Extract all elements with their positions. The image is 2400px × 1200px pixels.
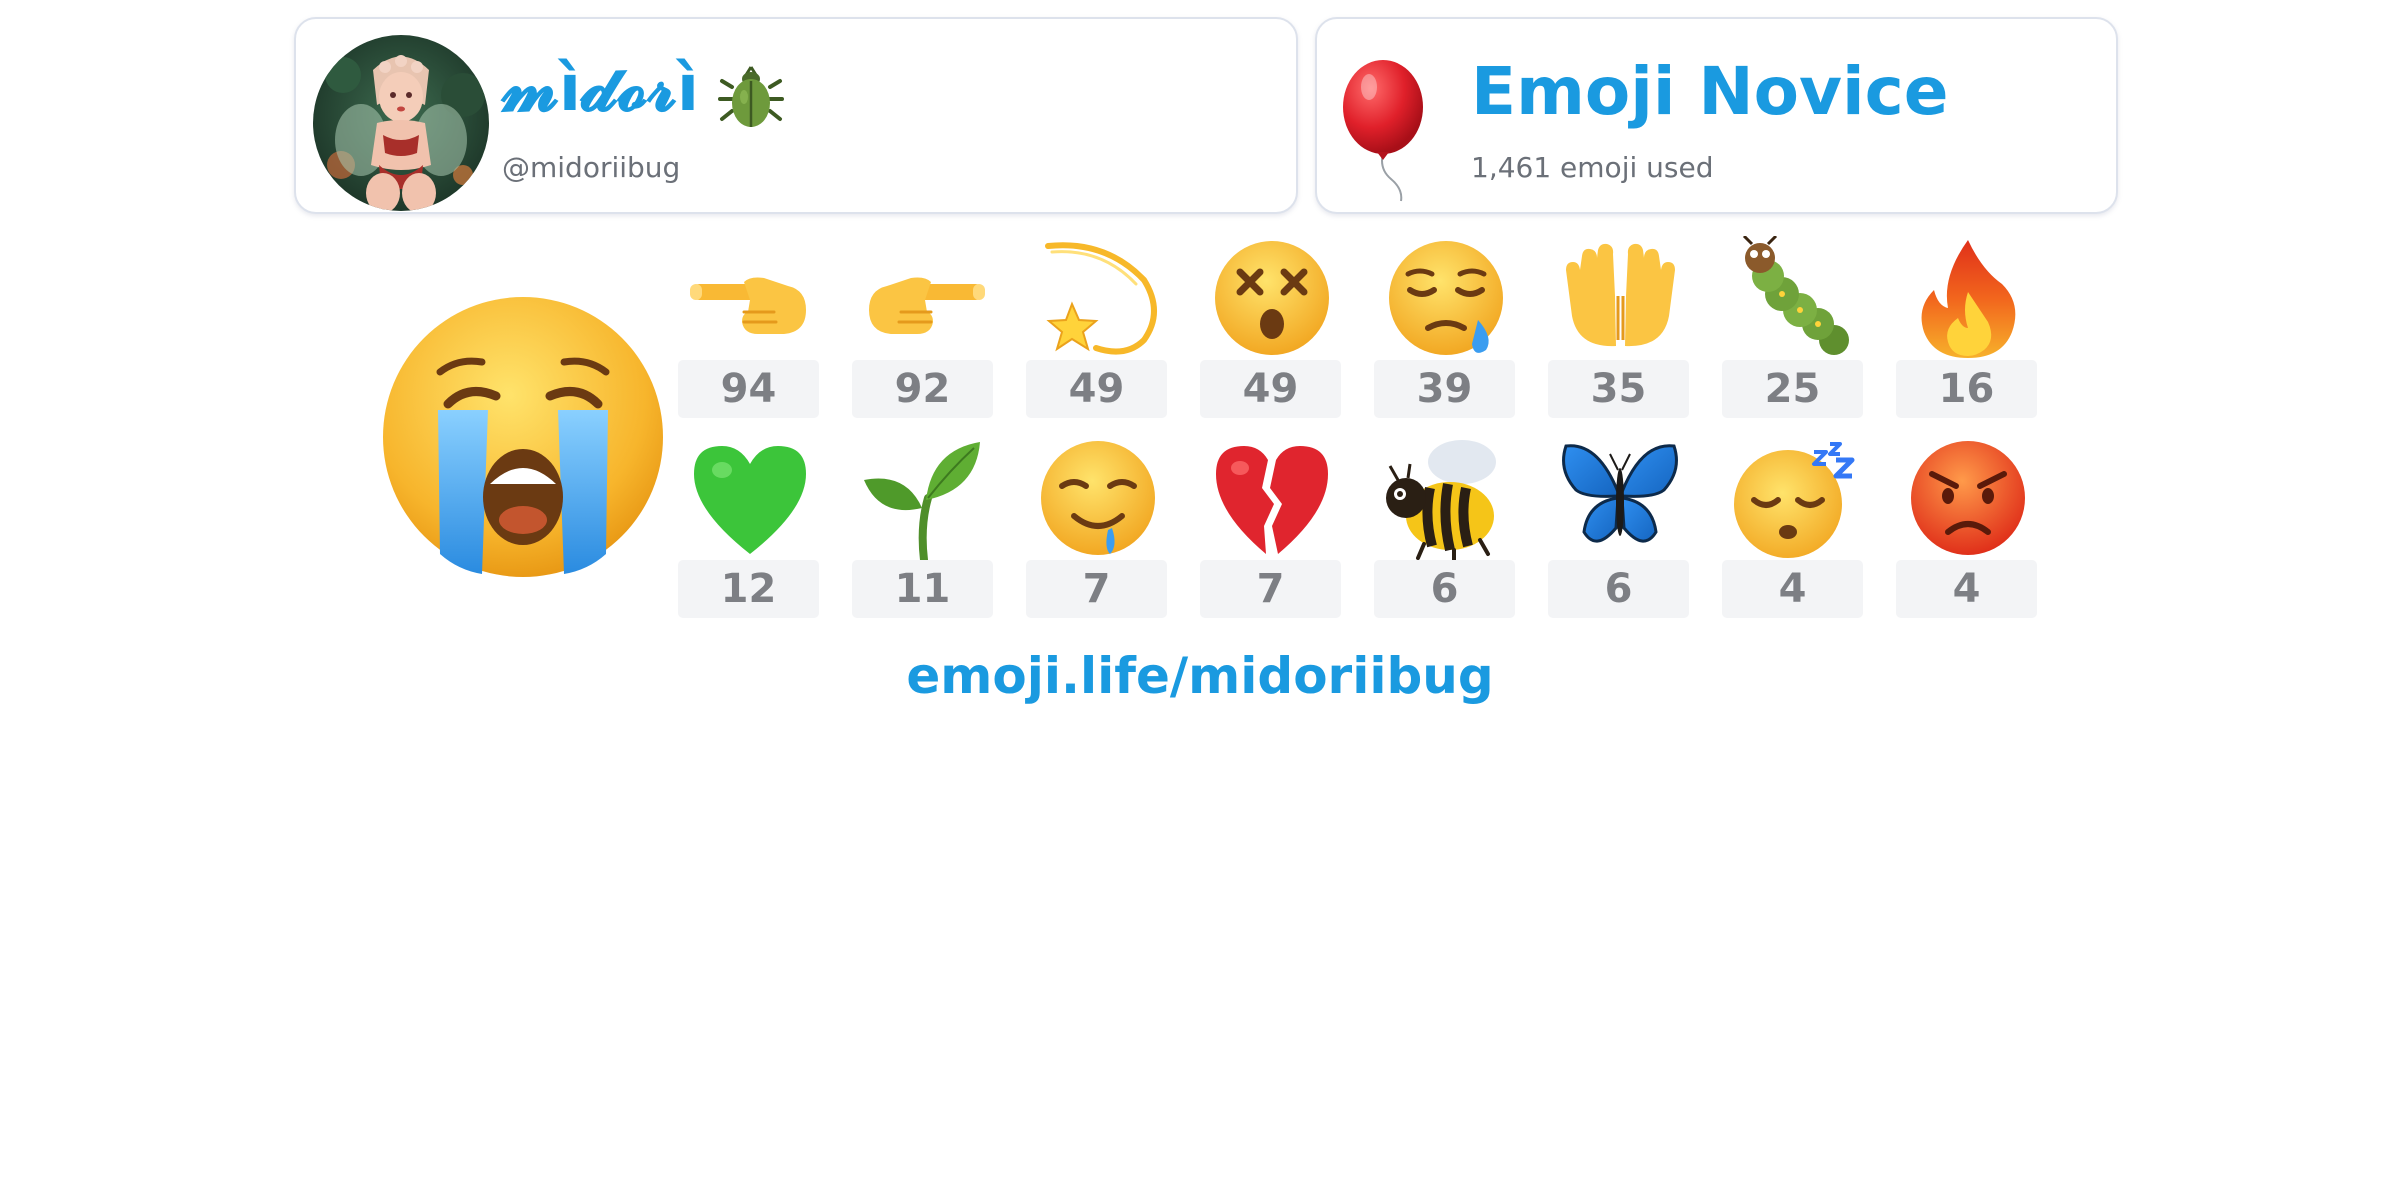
- emoji-stats-page: 𝓶ì𝓭𝓸𝓻ì @midoriibug Emoji Novice 1,461 em…: [0, 0, 2400, 1200]
- emoji-count: 6: [1548, 560, 1689, 618]
- emoji-count-item[interactable]: 12: [678, 436, 819, 626]
- emoji-count: 6: [1374, 560, 1515, 618]
- emoji-count: 7: [1200, 560, 1341, 618]
- dizzy-face-icon: [1210, 236, 1335, 361]
- emoji-count-item[interactable]: 25: [1722, 236, 1863, 426]
- display-name: 𝓶ì𝓭𝓸𝓻ì: [502, 52, 699, 126]
- rank-card[interactable]: Emoji Novice 1,461 emoji used: [1315, 17, 2118, 214]
- emoji-count-item[interactable]: 6: [1548, 436, 1689, 626]
- honeybee-icon: [1384, 436, 1509, 561]
- emoji-count: 16: [1896, 360, 2037, 418]
- emoji-count-item[interactable]: 7: [1026, 436, 1167, 626]
- emoji-count-item[interactable]: 4: [1722, 436, 1863, 626]
- emoji-count: 92: [852, 360, 993, 418]
- username-handle: @midoriibug: [502, 151, 681, 184]
- emoji-count-item[interactable]: 11: [852, 436, 993, 626]
- emoji-count-item[interactable]: 92: [852, 236, 993, 426]
- emoji-count-item[interactable]: 39: [1374, 236, 1515, 426]
- loudly-crying-face-icon: [378, 292, 668, 582]
- palms-up-together-icon: [1558, 236, 1683, 361]
- profile-link[interactable]: emoji.life/midoriibug: [0, 646, 2400, 706]
- emoji-count-item[interactable]: 49: [1200, 236, 1341, 426]
- emoji-count: 12: [678, 560, 819, 618]
- seedling-icon: [862, 436, 987, 561]
- emoji-count-item[interactable]: 35: [1548, 236, 1689, 426]
- emoji-used-count: 1,461 emoji used: [1471, 151, 1714, 184]
- emoji-count: 4: [1722, 560, 1863, 618]
- green-heart-icon: [688, 436, 813, 561]
- butterfly-icon: [1558, 436, 1683, 561]
- emoji-count: 25: [1722, 360, 1863, 418]
- beetle-icon: [716, 61, 786, 131]
- emoji-count: 11: [852, 560, 993, 618]
- emoji-count: 7: [1026, 560, 1167, 618]
- balloon-icon: [1339, 57, 1449, 202]
- broken-heart-icon: [1210, 436, 1335, 561]
- backhand-index-pointing-right-icon: [862, 236, 987, 361]
- rank-title: Emoji Novice: [1471, 53, 1949, 130]
- emoji-count: 49: [1200, 360, 1341, 418]
- emoji-count-item[interactable]: 16: [1896, 236, 2037, 426]
- emoji-count-item[interactable]: 49: [1026, 236, 1167, 426]
- emoji-count-item[interactable]: 7: [1200, 436, 1341, 626]
- emoji-count-item[interactable]: 94: [678, 236, 819, 426]
- emoji-count-item[interactable]: 4: [1896, 436, 2037, 626]
- emoji-count: 49: [1026, 360, 1167, 418]
- emoji-count-item[interactable]: 6: [1374, 436, 1515, 626]
- angry-face-icon: [1906, 436, 2031, 561]
- user-card[interactable]: 𝓶ì𝓭𝓸𝓻ì @midoriibug: [294, 17, 1298, 214]
- backhand-index-pointing-left-icon: [688, 236, 813, 361]
- emoji-count: 39: [1374, 360, 1515, 418]
- emoji-count-grid: 94 92 49 49 39 35 25 16 12 11 7 7 6 6 4 …: [678, 236, 2038, 626]
- emoji-count: 35: [1548, 360, 1689, 418]
- sleepy-face-icon: [1384, 236, 1509, 361]
- caterpillar-icon: [1732, 236, 1857, 361]
- fire-icon: [1906, 236, 2031, 361]
- emoji-count: 94: [678, 360, 819, 418]
- emoji-count: 4: [1896, 560, 2037, 618]
- sleeping-face-icon: [1732, 436, 1857, 561]
- dizzy-icon: [1036, 236, 1161, 361]
- avatar: [313, 35, 489, 211]
- drooling-face-icon: [1036, 436, 1161, 561]
